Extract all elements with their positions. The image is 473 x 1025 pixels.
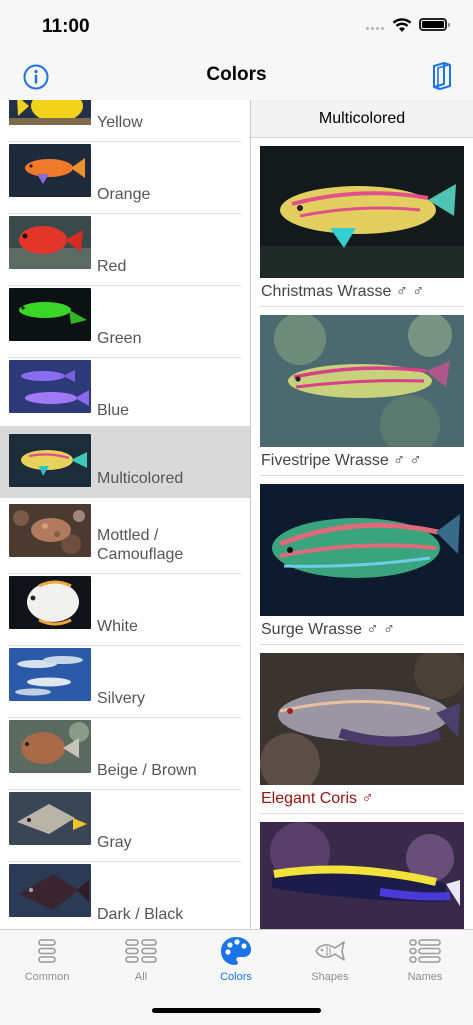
color-label: Red (97, 258, 127, 275)
color-row-silvery[interactable]: Silvery (0, 646, 250, 718)
fish-shape-icon (315, 941, 345, 961)
fish-thumbnail (9, 504, 91, 557)
tab-all[interactable]: All (94, 936, 188, 988)
color-list[interactable]: Yellow Orange Red Green Blue Multicolore… (0, 100, 250, 929)
fish-photo (260, 146, 464, 278)
fish-photo (260, 653, 464, 785)
color-label: White (97, 618, 138, 635)
fish-results-pane[interactable]: Multicolored Christmas Wrasse ♂ ♂ Fivest… (251, 100, 473, 929)
fish-card-fivestripe-wrasse[interactable]: Fivestripe Wrasse ♂ ♂ (251, 307, 473, 476)
page-title: Colors (206, 64, 267, 85)
tab-common[interactable]: Common (0, 936, 94, 988)
fish-thumbnail (9, 288, 91, 341)
navigation-bar: Colors (0, 54, 473, 101)
fish-thumbnail (9, 576, 91, 629)
fish-card-elegant-coris[interactable]: Elegant Coris ♂ (251, 645, 473, 814)
color-row-multicolored[interactable]: Multicolored (0, 426, 250, 498)
color-label: Blue (97, 402, 130, 419)
fish-thumbnail (9, 144, 91, 197)
tab-label: Shapes (311, 971, 349, 983)
color-row-red[interactable]: Red (0, 214, 250, 286)
color-label: Dark / Black (97, 906, 184, 923)
color-label: Green (97, 330, 142, 347)
fish-card-partial[interactable] (251, 814, 473, 929)
fish-name: Fivestripe Wrasse ♂ ♂ (261, 452, 422, 469)
fish-thumbnail (9, 434, 91, 487)
color-label: Orange (97, 186, 151, 203)
color-row-gray[interactable]: Gray (0, 790, 250, 862)
fish-photo (260, 822, 464, 929)
color-label: Silvery (97, 690, 146, 707)
tab-names[interactable]: Names (378, 936, 472, 988)
tab-colors[interactable]: Colors (189, 936, 283, 988)
fish-thumbnail (9, 216, 91, 269)
status-bar: 11:00 (0, 0, 473, 54)
common-list-icon (38, 939, 56, 963)
color-row-green[interactable]: Green (0, 286, 250, 358)
color-row-yellow[interactable]: Yellow (0, 100, 250, 142)
fish-name: Elegant Coris ♂ (261, 790, 374, 807)
fish-thumbnail (9, 100, 91, 125)
fish-card-surge-wrasse[interactable]: Surge Wrasse ♂ ♂ (251, 476, 473, 645)
names-list-icon (409, 939, 441, 963)
color-row-dark-black[interactable]: Dark / Black (0, 862, 250, 929)
fish-thumbnail (9, 864, 91, 917)
color-label: Mottled / Camouflage (97, 527, 184, 563)
battery-icon (419, 18, 450, 31)
fish-card-christmas-wrasse[interactable]: Christmas Wrasse ♂ ♂ (251, 138, 473, 307)
color-label: Multicolored (97, 470, 184, 487)
wifi-icon (392, 18, 412, 32)
fish-name: Surge Wrasse ♂ ♂ (261, 621, 395, 638)
status-time: 11:00 (42, 16, 90, 37)
tab-shapes[interactable]: Shapes (283, 936, 377, 988)
color-label: Beige / Brown (97, 762, 197, 779)
fish-photo (260, 484, 464, 616)
color-row-mottled-camouflage[interactable]: Mottled / Camouflage (0, 502, 250, 574)
book-icon[interactable] (430, 62, 452, 90)
fish-thumbnail (9, 360, 91, 413)
tab-label: All (134, 971, 148, 983)
color-row-orange[interactable]: Orange (0, 142, 250, 214)
cellular-signal-icon (366, 27, 384, 30)
results-header: Multicolored (251, 100, 473, 138)
fish-thumbnail (9, 648, 91, 701)
color-label: Yellow (97, 114, 143, 131)
fish-thumbnail (9, 720, 91, 773)
fish-thumbnail (9, 792, 91, 845)
tab-label: Colors (220, 971, 252, 983)
fish-name: Christmas Wrasse ♂ ♂ (261, 283, 425, 300)
color-row-blue[interactable]: Blue (0, 358, 250, 430)
fish-photo (260, 315, 464, 447)
color-label: Gray (97, 834, 132, 851)
color-row-beige-brown[interactable]: Beige / Brown (0, 718, 250, 790)
tab-label: Names (407, 971, 443, 983)
tab-label: Common (24, 971, 70, 983)
all-grid-icon (125, 939, 157, 963)
color-row-white[interactable]: White (0, 574, 250, 646)
palette-icon (221, 937, 251, 965)
home-indicator[interactable] (152, 1008, 321, 1013)
